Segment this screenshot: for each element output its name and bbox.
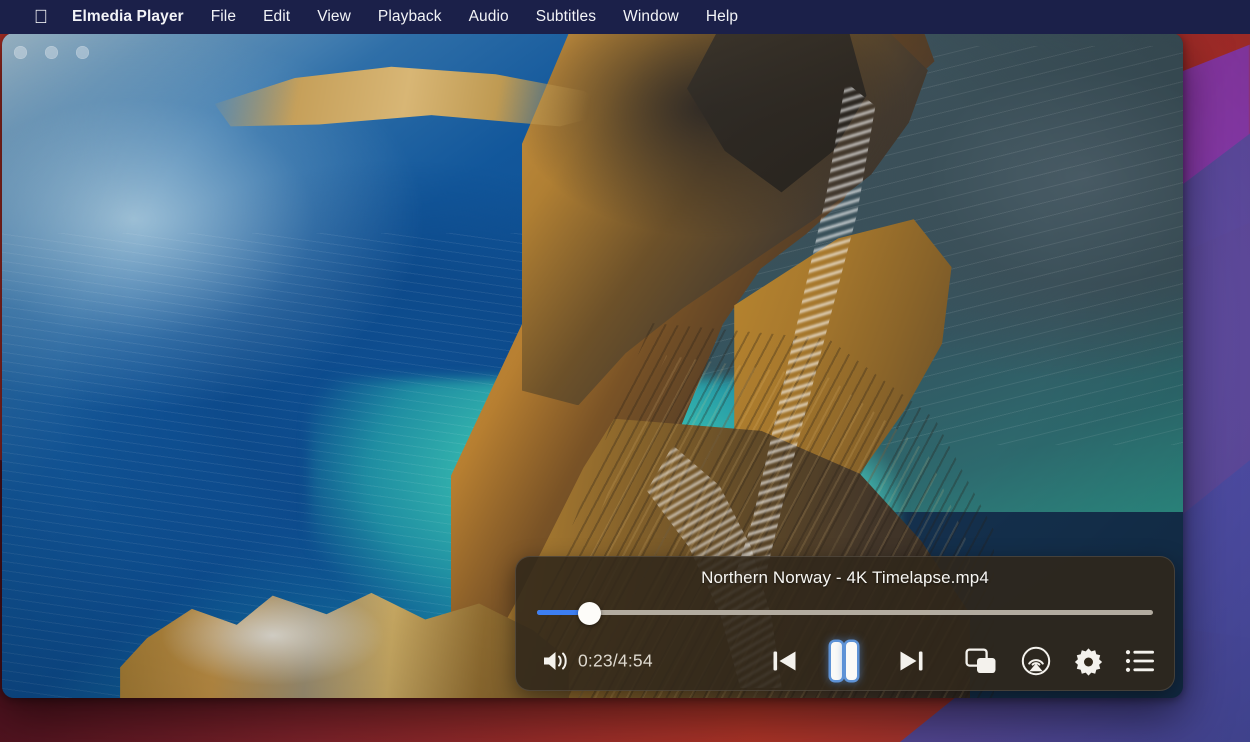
elmedia-player-window[interactable]: Northern Norway - 4K Timelapse.mp4 0:23/… [2,33,1183,698]
media-title: Northern Norway - 4K Timelapse.mp4 [701,568,989,587]
previous-button[interactable] [768,644,802,678]
gear-icon [1074,647,1102,676]
control-buttons-row: 0:23/4:54 [516,637,1174,685]
minimize-button[interactable] [45,46,58,59]
seek-track[interactable] [537,610,1153,615]
airplay-button[interactable] [1020,645,1052,677]
playlist-button[interactable] [1124,647,1156,675]
skip-next-icon [900,651,923,671]
menu-item-audio[interactable]: Audio [469,8,509,26]
menu-item-file[interactable]: File [211,8,236,26]
menu-item-help[interactable]: Help [706,8,738,26]
apple-logo-icon[interactable]:  [30,5,52,29]
picture-in-picture-button[interactable] [964,646,998,676]
settings-button[interactable] [1072,645,1104,677]
menu-item-edit[interactable]: Edit [263,8,290,26]
menu-item-view[interactable]: View [317,8,351,26]
seek-bar[interactable] [537,602,1153,625]
picture-in-picture-icon [965,647,996,673]
playlist-icon [1125,650,1154,672]
menu-item-window[interactable]: Window [623,8,679,26]
pause-icon [827,641,861,681]
menu-app-name[interactable]: Elmedia Player [72,8,184,26]
pause-bar-right [846,642,857,680]
volume-button[interactable] [540,646,572,676]
close-button[interactable] [14,46,27,59]
next-button[interactable] [894,644,928,678]
skip-previous-icon [773,651,796,671]
menu-item-playback[interactable]: Playback [378,8,442,26]
time-display: 0:23/4:54 [578,650,653,671]
window-traffic-lights[interactable] [14,46,89,59]
menu-item-subtitles[interactable]: Subtitles [536,8,596,26]
playback-control-bar[interactable]: Northern Norway - 4K Timelapse.mp4 0:23/… [515,556,1175,691]
zoom-button[interactable] [76,46,89,59]
volume-high-icon [544,652,567,670]
macos-menu-bar[interactable]:  Elmedia Player File Edit View Playback… [0,0,1250,34]
pause-bar-left [831,642,842,680]
airplay-icon [1021,646,1051,676]
play-pause-button[interactable] [820,637,868,685]
seek-knob[interactable] [578,602,602,625]
